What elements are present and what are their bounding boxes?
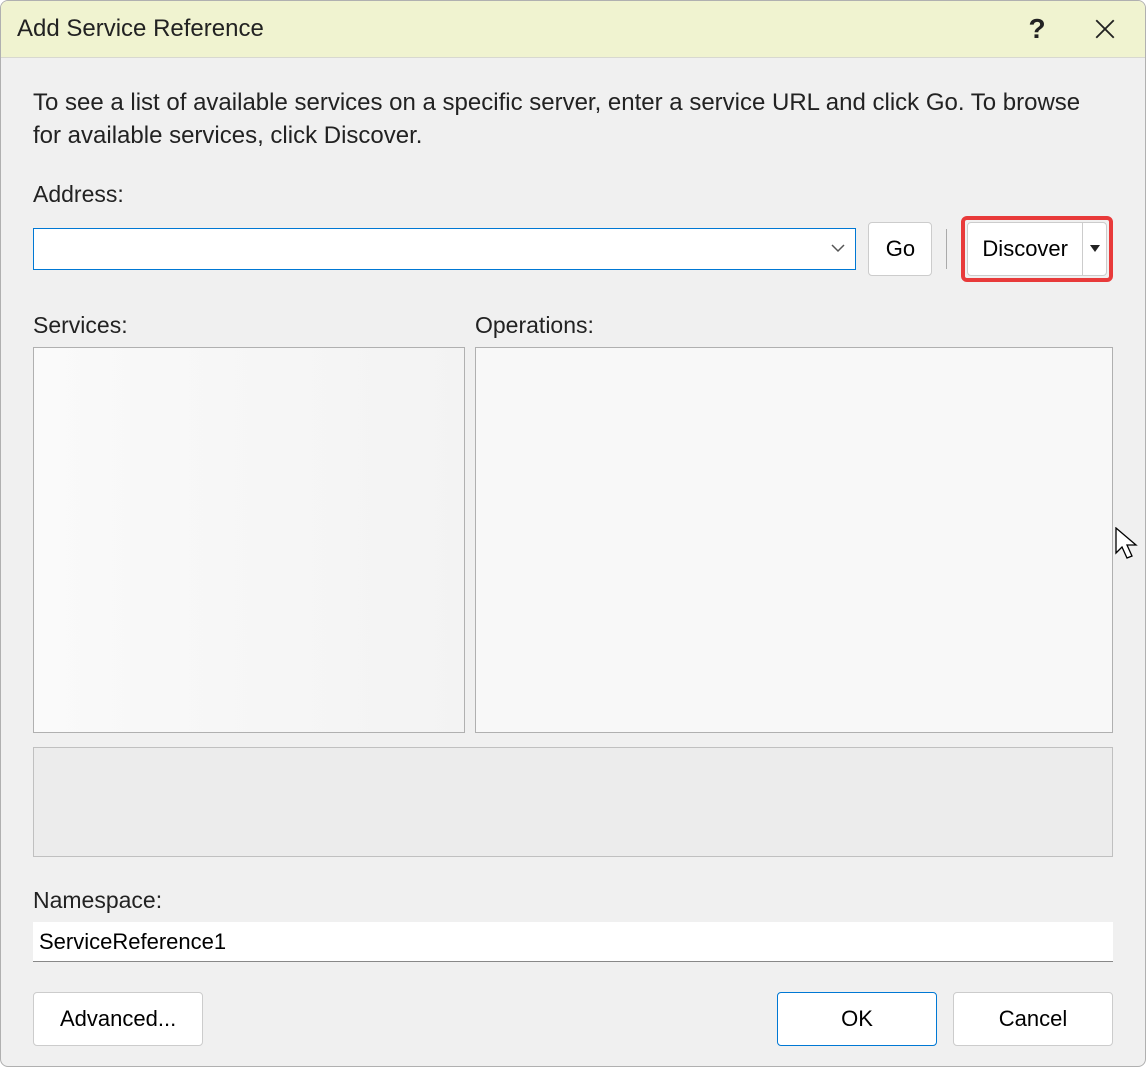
- services-column: Services:: [33, 312, 465, 733]
- operations-column: Operations:: [475, 312, 1113, 733]
- go-button[interactable]: Go: [868, 222, 932, 276]
- address-row: Go Discover: [33, 216, 1113, 282]
- dialog-title: Add Service Reference: [17, 15, 1013, 43]
- titlebar: Add Service Reference ?: [1, 1, 1145, 58]
- ok-button[interactable]: OK: [777, 992, 937, 1046]
- status-box: [33, 747, 1113, 857]
- discover-highlight: Discover: [961, 216, 1113, 282]
- help-icon: ?: [1028, 13, 1045, 45]
- caret-down-icon: [1090, 245, 1100, 253]
- close-button[interactable]: [1081, 5, 1129, 53]
- services-listbox[interactable]: [33, 347, 465, 733]
- help-button[interactable]: ?: [1013, 5, 1061, 53]
- close-icon: [1095, 19, 1115, 39]
- advanced-button[interactable]: Advanced...: [33, 992, 203, 1046]
- discover-dropdown-button[interactable]: [1083, 222, 1107, 276]
- instruction-text: To see a list of available services on a…: [33, 86, 1113, 153]
- dialog-content: To see a list of available services on a…: [1, 58, 1145, 1066]
- discover-label: Discover: [982, 236, 1068, 262]
- namespace-input[interactable]: [33, 922, 1113, 962]
- panels-row: Services: Operations:: [33, 312, 1113, 733]
- cancel-button[interactable]: Cancel: [953, 992, 1113, 1046]
- namespace-label: Namespace:: [33, 887, 1113, 914]
- footer: Advanced... OK Cancel: [33, 992, 1113, 1046]
- operations-listbox[interactable]: [475, 347, 1113, 733]
- separator: [946, 229, 947, 269]
- add-service-reference-dialog: Add Service Reference ? To see a list of…: [0, 0, 1146, 1067]
- discover-button[interactable]: Discover: [967, 222, 1083, 276]
- address-label: Address:: [33, 181, 1113, 208]
- services-label: Services:: [33, 312, 465, 339]
- address-input[interactable]: [33, 228, 856, 270]
- operations-label: Operations:: [475, 312, 1113, 339]
- address-combobox[interactable]: [33, 228, 856, 270]
